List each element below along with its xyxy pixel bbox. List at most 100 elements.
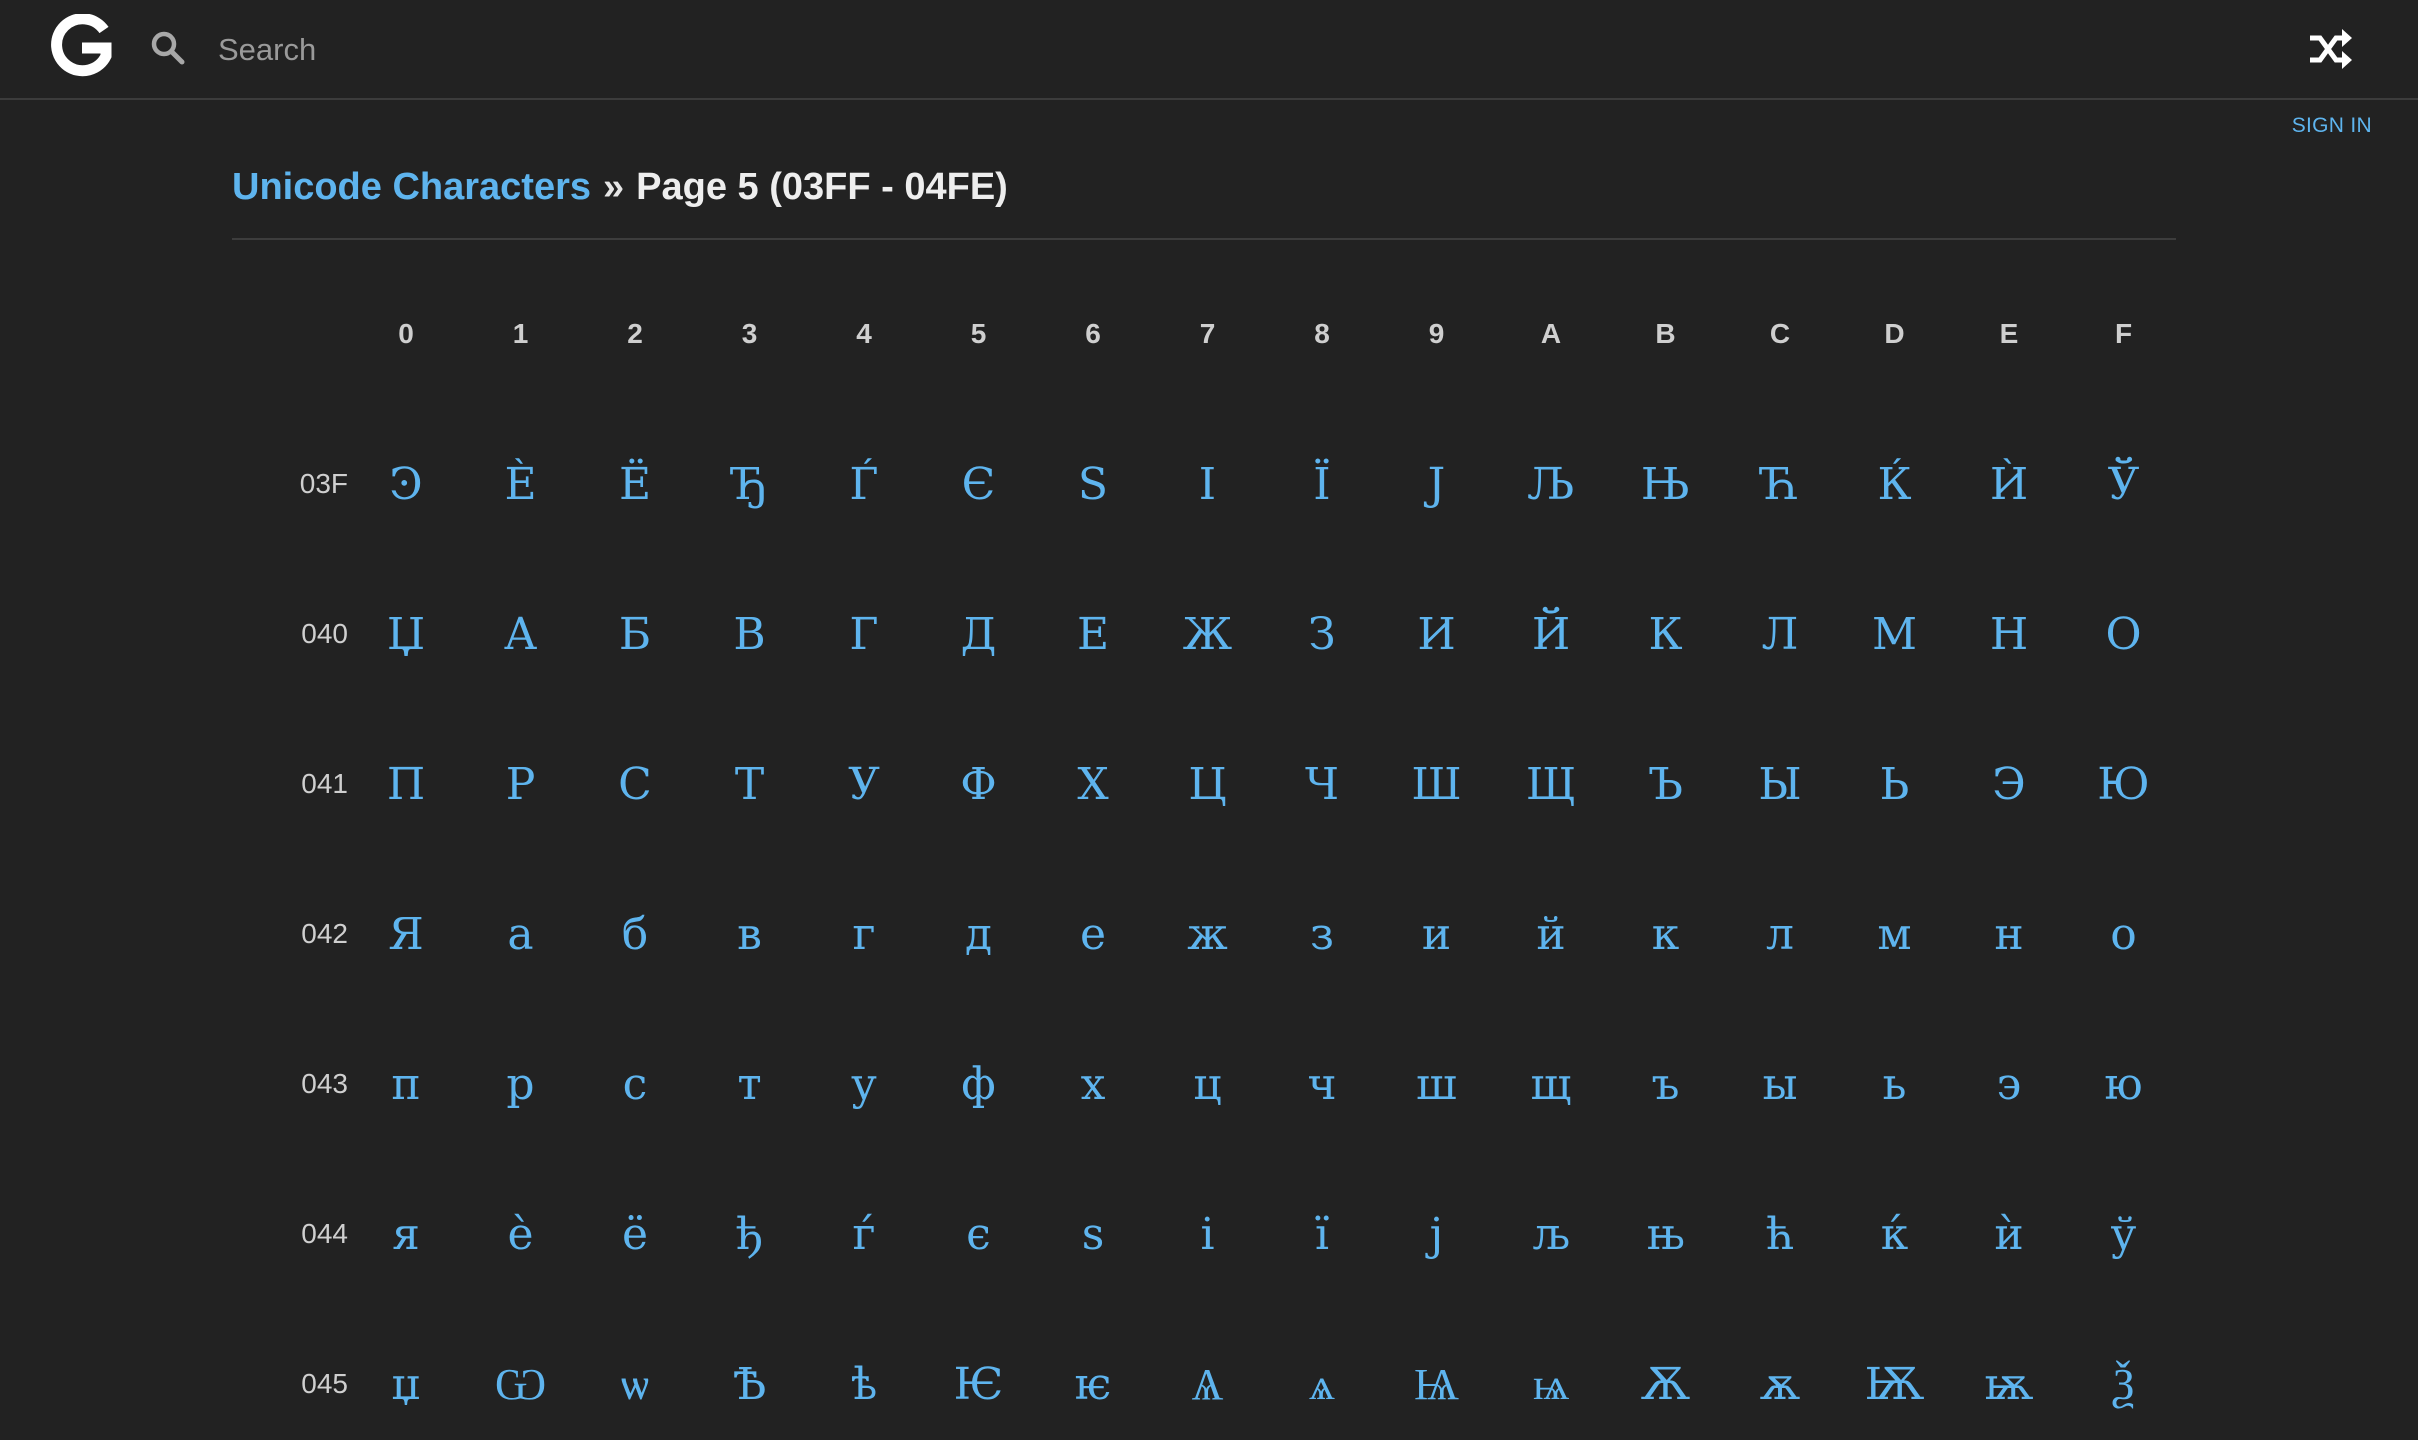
character-link[interactable]: Ѩ [1382,1330,1492,1440]
character-link[interactable]: Ю [2069,730,2179,840]
character-link[interactable]: Ѕ [1038,430,1148,540]
character-link[interactable]: т [695,1030,805,1140]
character-link[interactable]: ѕ [1038,1180,1148,1290]
sign-in-link[interactable]: SIGN IN [2292,114,2372,138]
character-link[interactable]: Ђ [695,430,805,540]
character-link[interactable]: г [809,880,919,990]
character-link[interactable]: К [1611,580,1721,690]
character-link[interactable]: Я [351,880,461,990]
character-link[interactable]: В [695,580,805,690]
character-link[interactable]: И [1382,580,1492,690]
character-link[interactable]: п [351,1030,461,1140]
shuffle-icon[interactable] [2306,26,2354,72]
character-link[interactable]: Р [466,730,576,840]
character-link[interactable]: Й [1496,580,1606,690]
character-link[interactable]: ф [924,1030,1034,1140]
character-link[interactable]: Е [1038,580,1148,690]
character-link[interactable]: о [2069,880,2179,990]
character-link[interactable]: Ѝ [1954,430,2064,540]
character-link[interactable]: Ь [1840,730,1950,840]
character-link[interactable]: Ѡ [466,1330,576,1440]
character-link[interactable]: з [1267,880,1377,990]
character-link[interactable]: ѡ [580,1330,690,1440]
character-link[interactable]: ь [1840,1030,1950,1140]
character-link[interactable]: Х [1038,730,1148,840]
character-link[interactable]: О [2069,580,2179,690]
character-link[interactable]: Ы [1725,730,1835,840]
character-link[interactable]: ў [2069,1180,2179,1290]
character-link[interactable]: р [466,1030,576,1140]
character-link[interactable]: У [809,730,919,840]
character-link[interactable]: Ѐ [466,430,576,540]
search-icon[interactable] [148,28,188,68]
character-link[interactable]: ћ [1725,1180,1835,1290]
character-link[interactable]: Ш [1382,730,1492,840]
character-link[interactable]: ё [580,1180,690,1290]
character-link[interactable]: З [1267,580,1377,690]
character-link[interactable]: щ [1496,1030,1606,1140]
character-link[interactable]: ї [1267,1180,1377,1290]
character-link[interactable]: І [1153,430,1263,540]
character-link[interactable]: д [924,880,1034,990]
character-link[interactable]: Ў [2069,430,2179,540]
character-link[interactable]: и [1382,880,1492,990]
character-link[interactable]: є [924,1180,1034,1290]
character-link[interactable]: Ж [1153,580,1263,690]
character-link[interactable]: ѓ [809,1180,919,1290]
character-link[interactable]: ѝ [1954,1180,2064,1290]
character-link[interactable]: Ф [924,730,1034,840]
character-link[interactable]: Ѯ [2069,1330,2179,1440]
character-link[interactable]: ѩ [1496,1330,1606,1440]
character-link[interactable]: ѥ [1038,1330,1148,1440]
character-link[interactable]: А [466,580,576,690]
character-link[interactable]: Ъ [1611,730,1721,840]
character-link[interactable]: М [1840,580,1950,690]
character-link[interactable]: у [809,1030,919,1140]
character-link[interactable]: к [1611,880,1721,990]
character-link[interactable]: Ц [1153,730,1263,840]
character-link[interactable]: л [1725,880,1835,990]
character-link[interactable]: х [1038,1030,1148,1140]
character-link[interactable]: ч [1267,1030,1377,1140]
character-link[interactable]: ы [1725,1030,1835,1140]
character-link[interactable]: ј [1382,1180,1492,1290]
character-link[interactable]: ю [2069,1030,2179,1140]
character-link[interactable]: Ч [1267,730,1377,840]
character-link[interactable]: м [1840,880,1950,990]
character-link[interactable]: ъ [1611,1030,1721,1140]
character-link[interactable]: е [1038,880,1148,990]
character-link[interactable]: Б [580,580,690,690]
character-link[interactable]: Љ [1496,430,1606,540]
character-link[interactable]: Ё [580,430,690,540]
character-link[interactable]: С [580,730,690,840]
character-link[interactable]: ѣ [809,1330,919,1440]
character-link[interactable]: њ [1611,1180,1721,1290]
character-link[interactable]: Џ [351,580,461,690]
character-link[interactable]: Ї [1267,430,1377,540]
character-link[interactable]: Њ [1611,430,1721,540]
character-link[interactable]: Ѥ [924,1330,1034,1440]
character-link[interactable]: в [695,880,805,990]
character-link[interactable]: Н [1954,580,2064,690]
character-link[interactable]: ѐ [466,1180,576,1290]
character-link[interactable]: і [1153,1180,1263,1290]
character-link[interactable]: џ [351,1330,461,1440]
character-link[interactable]: Ј [1382,430,1492,540]
character-link[interactable]: Ѫ [1611,1330,1721,1440]
character-link[interactable]: Г [809,580,919,690]
character-link[interactable]: б [580,880,690,990]
character-link[interactable]: ѧ [1267,1330,1377,1440]
character-link[interactable]: П [351,730,461,840]
character-link[interactable]: Л [1725,580,1835,690]
character-link[interactable]: Э [1954,730,2064,840]
character-link[interactable]: ш [1382,1030,1492,1140]
character-link[interactable]: ќ [1840,1180,1950,1290]
character-link[interactable]: а [466,880,576,990]
character-link[interactable]: ѫ [1725,1330,1835,1440]
character-link[interactable]: љ [1496,1180,1606,1290]
character-link[interactable]: Ͽ [351,430,461,540]
character-link[interactable]: ж [1153,880,1263,990]
character-link[interactable]: ц [1153,1030,1263,1140]
site-logo-icon[interactable] [48,14,114,84]
character-link[interactable]: Щ [1496,730,1606,840]
